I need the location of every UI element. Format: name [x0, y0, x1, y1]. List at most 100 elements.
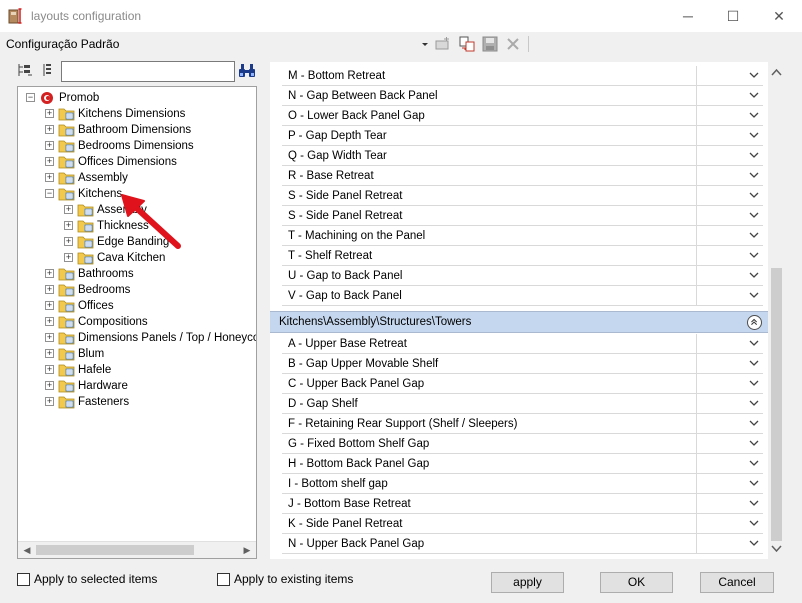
property-value-dropdown[interactable]: [697, 414, 763, 434]
property-value-dropdown[interactable]: [697, 206, 763, 226]
binoculars-icon[interactable]: [238, 63, 256, 79]
property-value-dropdown[interactable]: [697, 266, 763, 286]
property-row[interactable]: G - Fixed Bottom Shelf Gap: [282, 434, 763, 454]
property-row[interactable]: K - Side Panel Retreat: [282, 514, 763, 534]
property-row[interactable]: N - Upper Back Panel Gap: [282, 534, 763, 554]
chevron-down-icon[interactable]: [749, 397, 759, 409]
property-row[interactable]: S - Side Panel Retreat: [282, 206, 763, 226]
tree-item[interactable]: + Cava Kitchen: [18, 250, 256, 266]
scroll-left-icon[interactable]: ◀: [20, 544, 34, 556]
property-row[interactable]: Q - Gap Width Tear: [282, 146, 763, 166]
property-value-dropdown[interactable]: [697, 146, 763, 166]
property-value-dropdown[interactable]: [697, 474, 763, 494]
expand-icon[interactable]: +: [45, 333, 54, 342]
property-row[interactable]: F - Retaining Rear Support (Shelf / Slee…: [282, 414, 763, 434]
chevron-down-icon[interactable]: [749, 457, 759, 469]
scroll-down-icon[interactable]: [771, 543, 782, 554]
apply-button[interactable]: apply: [491, 572, 564, 593]
tree-item[interactable]: + Offices Dimensions: [18, 154, 256, 170]
expand-icon[interactable]: +: [45, 157, 54, 166]
property-value-dropdown[interactable]: [697, 86, 763, 106]
property-row[interactable]: T - Machining on the Panel: [282, 226, 763, 246]
expand-icon[interactable]: +: [45, 317, 54, 326]
vertical-scrollbar[interactable]: [768, 62, 785, 559]
tree-item[interactable]: + Kitchens Dimensions: [18, 106, 256, 122]
scroll-right-icon[interactable]: ▶: [240, 544, 254, 556]
checkbox-box[interactable]: [217, 573, 230, 586]
tree-item[interactable]: + Bedrooms Dimensions: [18, 138, 256, 154]
property-grid[interactable]: M - Bottom Retreat N - Gap Between Back P…: [270, 62, 785, 559]
chevron-down-icon[interactable]: [749, 269, 759, 281]
property-value-dropdown[interactable]: [697, 226, 763, 246]
tree-item[interactable]: + Compositions: [18, 314, 256, 330]
tree-item[interactable]: + Offices: [18, 298, 256, 314]
chevron-down-icon[interactable]: [749, 477, 759, 489]
expand-icon[interactable]: +: [64, 253, 73, 262]
property-row[interactable]: N - Gap Between Back Panel: [282, 86, 763, 106]
tree-item[interactable]: + Blum: [18, 346, 256, 362]
property-value-dropdown[interactable]: [697, 394, 763, 414]
property-value-dropdown[interactable]: [697, 334, 763, 354]
chevron-down-icon[interactable]: [749, 357, 759, 369]
chevron-down-icon[interactable]: [749, 129, 759, 141]
expand-icon[interactable]: +: [45, 349, 54, 358]
collapse-icon[interactable]: −: [45, 189, 54, 198]
expand-icon[interactable]: +: [64, 237, 73, 246]
tree-item[interactable]: − Kitchens: [18, 186, 256, 202]
expand-icon[interactable]: +: [64, 205, 73, 214]
chevron-down-icon[interactable]: [749, 229, 759, 241]
property-row[interactable]: D - Gap Shelf: [282, 394, 763, 414]
property-value-dropdown[interactable]: [697, 434, 763, 454]
property-value-dropdown[interactable]: [697, 286, 763, 306]
minimize-button[interactable]: ─: [665, 0, 711, 32]
tree-item[interactable]: + Edge Banding: [18, 234, 256, 250]
property-value-dropdown[interactable]: [697, 534, 763, 554]
tree-item[interactable]: + Dimensions Panels / Top / Honeycomb: [18, 330, 256, 346]
tree-item[interactable]: + Hardware: [18, 378, 256, 394]
search-input[interactable]: [61, 61, 235, 82]
property-row[interactable]: V - Gap to Back Panel: [282, 286, 763, 306]
expand-icon[interactable]: +: [45, 109, 54, 118]
tree-panel[interactable]: − Promob + Kitchens Dimensions + Bathroom Dim…: [17, 86, 257, 559]
tree-item[interactable]: + Fasteners: [18, 394, 256, 410]
chevron-down-icon[interactable]: [749, 417, 759, 429]
expand-icon[interactable]: +: [45, 381, 54, 390]
chevron-down-icon[interactable]: [749, 169, 759, 181]
tree-expand-icon[interactable]: [17, 62, 33, 78]
property-value-dropdown[interactable]: [697, 106, 763, 126]
property-value-dropdown[interactable]: [697, 166, 763, 186]
scroll-up-icon[interactable]: [771, 67, 782, 78]
expand-icon[interactable]: +: [45, 285, 54, 294]
scrollbar-thumb[interactable]: [771, 268, 782, 541]
horizontal-scrollbar[interactable]: ◀ ▶: [18, 541, 256, 558]
chevron-down-icon[interactable]: [749, 497, 759, 509]
chevron-down-icon[interactable]: [749, 289, 759, 301]
property-row[interactable]: S - Side Panel Retreat: [282, 186, 763, 206]
property-row[interactable]: O - Lower Back Panel Gap: [282, 106, 763, 126]
property-row[interactable]: B - Gap Upper Movable Shelf: [282, 354, 763, 374]
expand-icon[interactable]: +: [45, 141, 54, 150]
chevron-down-icon[interactable]: [749, 537, 759, 549]
tree-item[interactable]: − Promob: [18, 90, 256, 106]
cancel-button[interactable]: Cancel: [700, 572, 774, 593]
property-row[interactable]: R - Base Retreat: [282, 166, 763, 186]
chevron-down-icon[interactable]: [749, 189, 759, 201]
expand-icon[interactable]: +: [45, 125, 54, 134]
scrollbar-thumb[interactable]: [36, 545, 194, 555]
expand-icon[interactable]: +: [45, 365, 54, 374]
tree-item[interactable]: + Bathrooms: [18, 266, 256, 282]
dropdown-arrow-icon[interactable]: [420, 36, 430, 52]
property-row[interactable]: M - Bottom Retreat: [282, 66, 763, 86]
property-value-dropdown[interactable]: [697, 514, 763, 534]
property-value-dropdown[interactable]: [697, 374, 763, 394]
property-row[interactable]: P - Gap Depth Tear: [282, 126, 763, 146]
tree-item[interactable]: + Assembly: [18, 202, 256, 218]
property-value-dropdown[interactable]: [697, 494, 763, 514]
property-row[interactable]: I - Bottom shelf gap: [282, 474, 763, 494]
tree-item[interactable]: + Bedrooms: [18, 282, 256, 298]
collapse-icon[interactable]: −: [26, 93, 35, 102]
property-row[interactable]: J - Bottom Base Retreat: [282, 494, 763, 514]
tree-item[interactable]: + Hafele: [18, 362, 256, 378]
group-header[interactable]: Kitchens\Assembly\Structures\Towers: [270, 311, 768, 333]
chevron-down-icon[interactable]: [749, 209, 759, 221]
